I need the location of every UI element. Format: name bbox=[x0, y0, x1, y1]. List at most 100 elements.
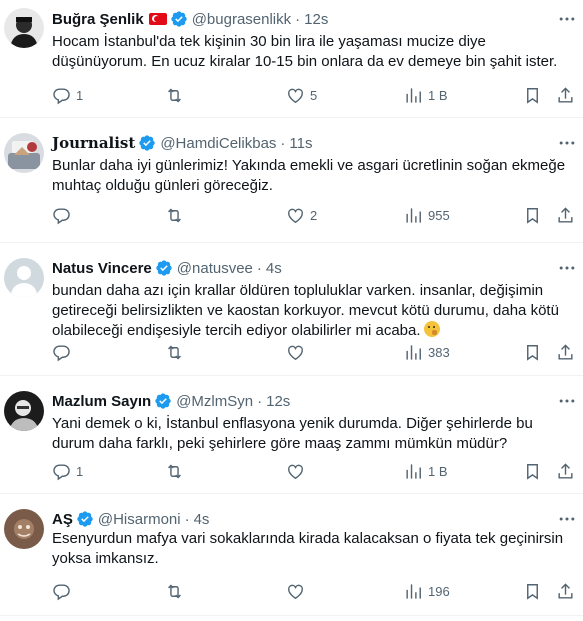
like-button[interactable] bbox=[286, 343, 310, 362]
tweet[interactable]: Journalist @HamdiCelikbas · 11s Bunlar d… bbox=[0, 118, 583, 243]
reply-icon bbox=[53, 208, 70, 225]
analytics-icon bbox=[406, 208, 421, 223]
separator-dot: · bbox=[295, 10, 301, 28]
bookmark-icon bbox=[527, 464, 538, 480]
like-count: 5 bbox=[310, 88, 318, 103]
tweet-text-body: bundan daha azı için krallar öldüren top… bbox=[52, 282, 559, 339]
avatar[interactable] bbox=[4, 258, 44, 298]
bookmark-icon bbox=[527, 345, 538, 361]
share-button[interactable] bbox=[556, 582, 575, 601]
bookmark-button[interactable] bbox=[523, 582, 542, 601]
views-button[interactable]: 955 bbox=[404, 206, 450, 225]
retweet-button[interactable] bbox=[165, 582, 189, 601]
retweet-icon bbox=[168, 464, 181, 479]
reply-count: 1 bbox=[76, 88, 84, 103]
retweet-button[interactable] bbox=[165, 206, 189, 225]
reply-button[interactable] bbox=[52, 206, 76, 225]
timestamp[interactable]: 12s bbox=[266, 393, 290, 410]
tweet-actions: 1 5 1 B bbox=[52, 86, 575, 106]
bookmark-icon bbox=[527, 584, 538, 600]
retweet-button[interactable] bbox=[165, 86, 189, 105]
view-count: 1 B bbox=[428, 88, 448, 103]
like-button[interactable]: 5 bbox=[286, 86, 317, 105]
separator-dot: · bbox=[184, 510, 190, 528]
reply-button[interactable] bbox=[52, 582, 76, 601]
tweet[interactable]: Natus Vincere @natusvee · 4s bundan daha… bbox=[0, 243, 583, 376]
tweet-text: Yani demek o ki, İstanbul enflasyona yen… bbox=[52, 415, 533, 452]
retweet-icon bbox=[168, 584, 181, 599]
share-icon bbox=[558, 207, 573, 223]
views-button[interactable]: 383 bbox=[404, 343, 450, 362]
timestamp[interactable]: 11s bbox=[289, 135, 312, 152]
tweet-text: Esenyurdun mafya vari sokaklarında kirad… bbox=[52, 530, 564, 567]
views-button[interactable]: 1 B bbox=[404, 86, 448, 105]
verified-badge-icon bbox=[77, 511, 93, 527]
retweet-button[interactable] bbox=[165, 462, 189, 481]
tweet-text: Hocam İstanbul'da tek kişinin 30 bin lir… bbox=[52, 33, 558, 70]
view-count: 383 bbox=[428, 345, 450, 360]
tweet[interactable]: AŞ @Hisarmoni · 4s Esenyurdun mafya vari… bbox=[0, 494, 583, 616]
retweet-icon bbox=[168, 208, 181, 223]
more-options-icon[interactable] bbox=[557, 258, 577, 278]
like-button[interactable]: 2 bbox=[286, 206, 317, 225]
share-button[interactable] bbox=[556, 462, 575, 481]
heart-icon bbox=[288, 208, 303, 224]
reply-icon bbox=[53, 345, 70, 362]
more-options-icon[interactable] bbox=[557, 509, 577, 529]
share-icon bbox=[558, 344, 573, 360]
more-options-icon[interactable] bbox=[557, 133, 577, 153]
more-options-icon[interactable] bbox=[557, 9, 577, 29]
reply-button[interactable] bbox=[52, 343, 76, 362]
share-button[interactable] bbox=[556, 86, 575, 105]
view-count: 955 bbox=[428, 208, 450, 223]
tweet-text: Bunlar daha iyi günlerimiz! Yakında emek… bbox=[52, 157, 566, 194]
avatar[interactable] bbox=[4, 509, 44, 549]
bookmark-button[interactable] bbox=[523, 462, 542, 481]
timestamp[interactable]: 4s bbox=[266, 260, 282, 277]
like-button[interactable] bbox=[286, 462, 310, 481]
separator-dot: · bbox=[257, 392, 263, 410]
view-count: 1 B bbox=[428, 464, 448, 479]
author-name[interactable]: Natus Vincere bbox=[52, 260, 152, 277]
view-count: 196 bbox=[428, 584, 450, 599]
share-button[interactable] bbox=[556, 206, 575, 225]
author-handle[interactable]: @bugrasenlikk bbox=[192, 11, 291, 28]
reply-icon bbox=[53, 88, 70, 105]
like-button[interactable] bbox=[286, 582, 310, 601]
author-handle[interactable]: @MzlmSyn bbox=[176, 393, 253, 410]
author-handle[interactable]: @natusvee bbox=[177, 260, 253, 277]
tweet[interactable]: Buğra Şenlik @bugrasenlikk · 12s Hocam İ… bbox=[0, 0, 583, 118]
avatar[interactable] bbox=[4, 8, 44, 48]
author-name[interactable]: AŞ bbox=[52, 511, 73, 528]
timestamp[interactable]: 4s bbox=[194, 511, 210, 528]
verified-badge-icon bbox=[155, 393, 171, 409]
tweet-actions: 196 bbox=[52, 582, 575, 602]
verified-badge-icon bbox=[171, 11, 187, 27]
bookmark-button[interactable] bbox=[523, 206, 542, 225]
author-handle[interactable]: @HamdiCelikbas bbox=[160, 135, 276, 152]
author-name[interactable]: Buğra Şenlik bbox=[52, 11, 144, 28]
analytics-icon bbox=[406, 88, 421, 103]
tweet-feed: Buğra Şenlik @bugrasenlikk · 12s Hocam İ… bbox=[0, 0, 583, 621]
more-options-icon[interactable] bbox=[557, 391, 577, 411]
author-handle[interactable]: @Hisarmoni bbox=[98, 511, 181, 528]
timestamp[interactable]: 12s bbox=[304, 11, 328, 28]
author-name[interactable]: Journalist bbox=[52, 134, 135, 152]
retweet-button[interactable] bbox=[165, 343, 189, 362]
tweet-actions: 1 1 B bbox=[52, 462, 575, 482]
avatar[interactable] bbox=[4, 133, 44, 173]
share-button[interactable] bbox=[556, 343, 575, 362]
reply-button[interactable]: 1 bbox=[52, 86, 83, 105]
bookmark-button[interactable] bbox=[523, 343, 542, 362]
heart-icon bbox=[288, 88, 303, 104]
views-button[interactable]: 196 bbox=[404, 582, 450, 601]
author-name[interactable]: Mazlum Sayın bbox=[52, 393, 151, 410]
tweet-actions: 2 955 bbox=[52, 206, 575, 226]
analytics-icon bbox=[406, 584, 421, 599]
avatar[interactable] bbox=[4, 391, 44, 431]
verified-badge-icon bbox=[156, 260, 172, 276]
views-button[interactable]: 1 B bbox=[404, 462, 448, 481]
tweet[interactable]: Mazlum Sayın @MzlmSyn · 12s Yani demek o… bbox=[0, 376, 583, 494]
reply-button[interactable]: 1 bbox=[52, 462, 83, 481]
bookmark-button[interactable] bbox=[523, 86, 542, 105]
